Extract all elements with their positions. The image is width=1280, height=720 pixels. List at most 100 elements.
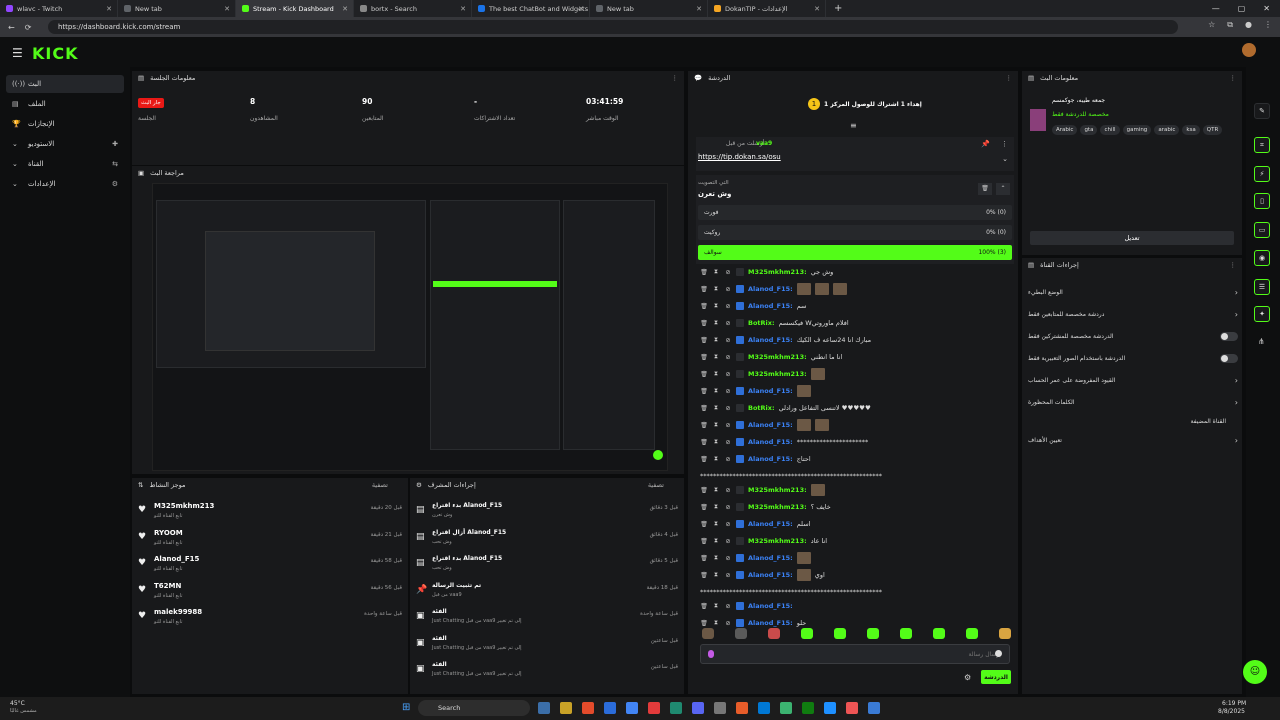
ban-icon[interactable]: ⊘	[724, 354, 732, 361]
chat-username[interactable]: Alanod_F15:	[748, 336, 793, 344]
timeout-icon[interactable]: ⧗	[712, 571, 720, 579]
chat-message[interactable]: 🗑 ⧗ ⊘ Alanod_F15: سم	[700, 299, 807, 313]
ban-icon[interactable]: ⊘	[724, 504, 732, 511]
taskbar-app-icon[interactable]	[758, 702, 770, 714]
goal-collapse-icon[interactable]: ≡	[850, 121, 857, 130]
stream-preview[interactable]	[152, 183, 668, 471]
pinned-link[interactable]: https://tip.dokan.sa/osu	[698, 153, 781, 161]
browser-tab[interactable]: New tab ✕	[118, 0, 236, 17]
timeout-icon[interactable]: ⧗	[712, 302, 720, 310]
chevron-right-icon[interactable]: ›	[1235, 288, 1238, 297]
stream-tag[interactable]: gta	[1080, 125, 1098, 135]
delete-message-icon[interactable]: 🗑	[700, 269, 708, 276]
url-field[interactable]: https://dashboard.kick.com/stream	[48, 20, 1178, 34]
stream-tag[interactable]: chill	[1100, 125, 1120, 135]
timeout-icon[interactable]: ⧗	[712, 319, 720, 327]
hamburger-icon[interactable]: ☰	[12, 46, 23, 60]
clock-time[interactable]: 6:19 PM	[1222, 700, 1246, 707]
browser-tab[interactable]: DokanTIP - الإعدادات ✕	[708, 0, 826, 17]
timeout-icon[interactable]: ⧗	[712, 486, 720, 494]
taskbar-app-icon[interactable]	[780, 702, 792, 714]
new-tab-icon[interactable]: +	[826, 3, 850, 14]
weather-temp[interactable]: 45°C	[10, 700, 25, 707]
taskbar-app-icon[interactable]	[604, 702, 616, 714]
sidebar-item[interactable]: ▤ الملف	[6, 95, 124, 113]
channel-action-item[interactable]: الكلمات المحظورة ›	[1028, 395, 1238, 409]
sidebar-item[interactable]: 🏆 الإنجازات	[6, 115, 124, 133]
chat-username[interactable]: BotRix:	[748, 319, 775, 327]
user-avatar[interactable]	[1242, 43, 1256, 57]
timeout-icon[interactable]: ⧗	[712, 602, 720, 610]
delete-message-icon[interactable]: 🗑	[700, 320, 708, 327]
taskbar-app-icon[interactable]	[670, 702, 682, 714]
chat-username[interactable]: Alanod_F15:	[748, 302, 793, 310]
emote-picker-icon[interactable]	[801, 628, 813, 639]
channelactions-more-icon[interactable]: ⋮	[1230, 261, 1237, 269]
channel-action-item[interactable]: الدردشة باستخدام الصور التعبيرية فقط	[1028, 351, 1238, 365]
ban-icon[interactable]: ⊘	[724, 555, 732, 562]
chevron-right-icon[interactable]: ›	[1235, 398, 1238, 407]
stream-tag[interactable]: ksa	[1182, 125, 1200, 135]
edit-stream-button[interactable]: تعديل	[1030, 231, 1234, 245]
channel-action-item[interactable]: القيود المفروضة على عمر الحساب ›	[1028, 373, 1238, 387]
emote-picker-icon[interactable]	[702, 628, 714, 639]
bolt-icon[interactable]: ⚡	[1254, 166, 1270, 182]
delete-message-icon[interactable]: 🗑	[700, 504, 708, 511]
profile-icon[interactable]: ●	[1245, 20, 1252, 30]
chat-message[interactable]: 🗑 ⧗ ⊘ Alanod_F15: **********************	[700, 435, 868, 449]
browser-tab[interactable]: The best ChatBot and Widgets fo ✕	[472, 0, 590, 17]
chat-username[interactable]: Alanod_F15:	[748, 438, 793, 446]
ban-icon[interactable]: ⊘	[724, 405, 732, 412]
activity-user[interactable]: T62MN	[154, 582, 183, 590]
emote-picker-icon[interactable]	[735, 628, 747, 639]
chat-username[interactable]: Alanod_F15:	[748, 571, 793, 579]
timeout-icon[interactable]: ⧗	[712, 438, 720, 446]
chevron-down-icon[interactable]: ⌄	[1002, 155, 1008, 163]
message-icon[interactable]: ▭	[1254, 222, 1270, 238]
ban-icon[interactable]: ⊘	[724, 620, 732, 627]
ban-icon[interactable]: ⊘	[724, 286, 732, 293]
pinned-more-icon[interactable]: ⋮	[1001, 140, 1008, 148]
pinned-message[interactable]: أرسلت من قبل vaa9 https://tip.dokan.sa/o…	[696, 137, 1014, 171]
chat-more-icon[interactable]: ⋮	[1006, 74, 1013, 82]
browser-tab[interactable]: bortx - Search ✕	[354, 0, 472, 17]
edit-icon[interactable]: ✎	[1254, 103, 1270, 119]
taskbar-app-icon[interactable]	[846, 702, 858, 714]
chat-username[interactable]: M325mkhm213:	[748, 503, 807, 511]
chat-message[interactable]: 🗑 ⧗ ⊘ Alanod_F15:	[700, 282, 847, 296]
chat-username[interactable]: M325mkhm213:	[748, 268, 807, 276]
wrench-icon[interactable]: ✦	[1254, 306, 1270, 322]
chat-message[interactable]: 🗑 ⧗ ⊘ M325mkhm213: انا ما انطني	[700, 350, 842, 364]
minimize-icon[interactable]: —	[1212, 4, 1220, 13]
chat-message[interactable]: 🗑 ⧗ ⊘ M325mkhm213: انا عاد	[700, 534, 827, 548]
chat-username[interactable]: Alanod_F15:	[748, 520, 793, 528]
broadcast-rail-icon[interactable]: ◉	[1254, 250, 1270, 266]
emote-picker-icon[interactable]	[999, 628, 1011, 639]
chat-message[interactable]: 🗑 ⧗ ⊘ Alanod_F15:	[700, 384, 811, 398]
chat-message[interactable]: 🗑 ⧗ ⊘ M325mkhm213: خايف ؟	[700, 500, 831, 514]
chat-message[interactable]: 🗑 ⧗ ⊘ M325mkhm213:	[700, 483, 825, 497]
taskbar-app-icon[interactable]	[626, 702, 638, 714]
delete-message-icon[interactable]: 🗑	[700, 572, 708, 579]
stream-tag[interactable]: arabic	[1154, 125, 1180, 135]
ban-icon[interactable]: ⊘	[724, 337, 732, 344]
ban-icon[interactable]: ⊘	[724, 572, 732, 579]
emoji-icon[interactable]	[995, 650, 1002, 657]
chat-message[interactable]: 🗑 ⧗ ⊘ M325mkhm213: وش جي	[700, 265, 833, 279]
star-icon[interactable]: ☆	[1208, 20, 1215, 30]
delete-message-icon[interactable]: 🗑	[700, 422, 708, 429]
stream-tag[interactable]: Arabic	[1052, 125, 1078, 135]
taskbar-app-icon[interactable]	[582, 702, 594, 714]
ban-icon[interactable]: ⊘	[724, 521, 732, 528]
browser-tab[interactable]: wlavc - Twitch ✕	[0, 0, 118, 17]
activity-user[interactable]: malek99988	[154, 608, 202, 616]
sidebar-action-icon[interactable]: ⚙	[112, 180, 118, 188]
share-icon[interactable]: ⋔	[1258, 337, 1265, 346]
sidebar-action-icon[interactable]: ✚	[112, 140, 118, 148]
back-icon[interactable]: ←	[8, 23, 15, 32]
modactions-filter[interactable]: تصفية	[648, 481, 664, 489]
channel-action-item[interactable]: دردشة مخصصة للمتابعين فقط ›	[1028, 307, 1238, 321]
ban-icon[interactable]: ⊘	[724, 388, 732, 395]
stream-tag[interactable]: QTR	[1202, 125, 1223, 135]
emote-picker-icon[interactable]	[933, 628, 945, 639]
